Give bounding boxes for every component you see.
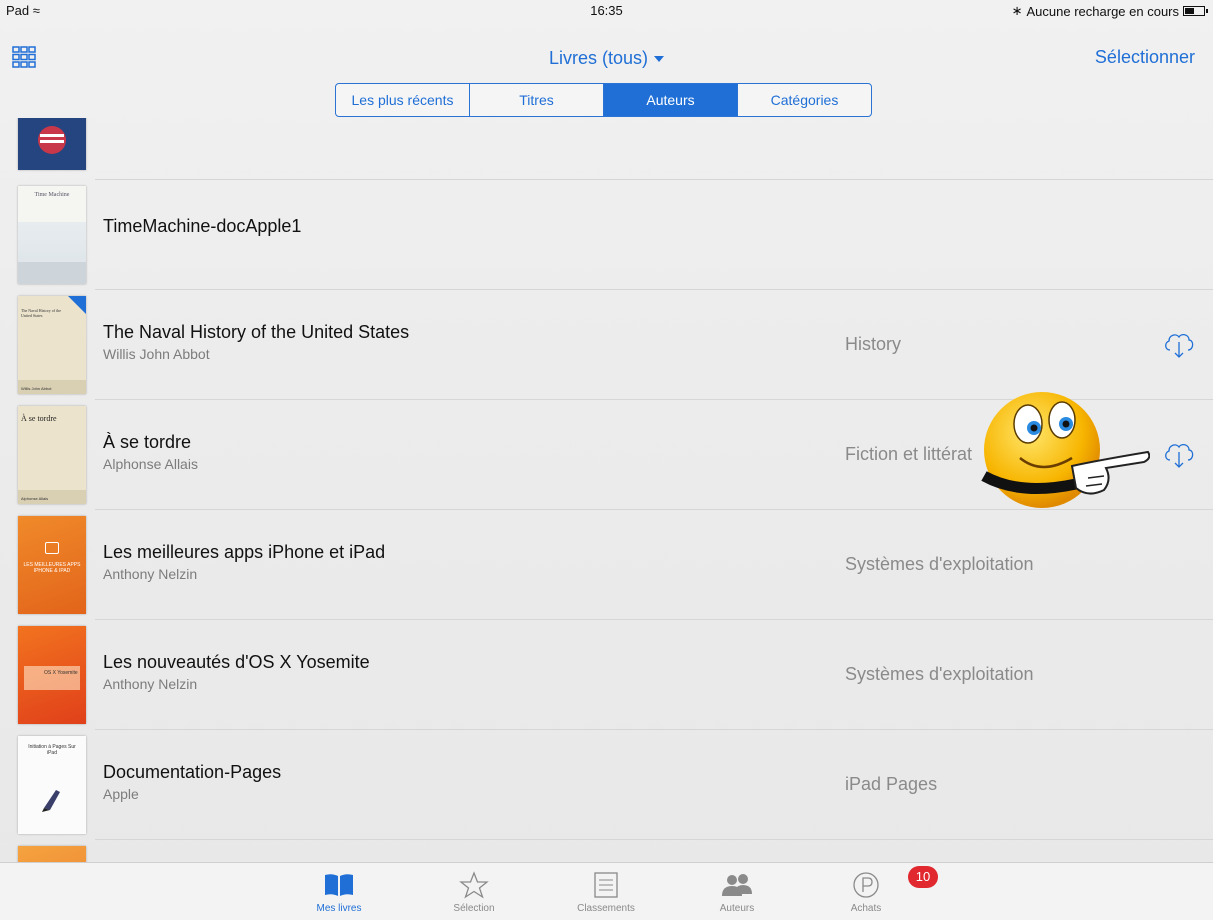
purchases-icon bbox=[853, 872, 879, 898]
tab-rankings[interactable]: Classements bbox=[556, 869, 656, 914]
cover-title: The Naval History of the United States bbox=[21, 308, 61, 318]
authors-icon bbox=[722, 874, 752, 896]
book-cover bbox=[18, 118, 86, 170]
new-ribbon bbox=[68, 296, 86, 314]
list-item[interactable]: Initiation à Pages Sur iPad Documentatio… bbox=[0, 730, 1213, 840]
list-item-partial[interactable] bbox=[0, 118, 1213, 180]
book-category: Fiction et littérat bbox=[845, 444, 973, 464]
tab-authors[interactable]: Auteurs bbox=[687, 869, 787, 914]
book-cover: Initiation à Pages Sur iPad bbox=[18, 736, 86, 834]
list-item[interactable]: LES MEILLEURES APPS IPHONE & IPAD Les me… bbox=[0, 510, 1213, 620]
bluetooth-icon: ∗ bbox=[1011, 3, 1023, 18]
sort-segmented-control: Les plus récents Titres Auteurs Catégori… bbox=[335, 83, 872, 117]
select-button[interactable]: Sélectionner bbox=[1095, 47, 1195, 68]
book-title: À se tordre bbox=[103, 432, 192, 452]
chevron-down-icon bbox=[654, 56, 665, 63]
book-author: Anthony Nelzin bbox=[103, 566, 198, 582]
book-cover: LES MEILLEURES APPS IPHONE & IPAD bbox=[18, 516, 86, 614]
cover-title: Initiation à Pages Sur iPad bbox=[28, 744, 76, 756]
cover-title: Time Machine bbox=[34, 192, 70, 198]
tab-my-books[interactable]: Mes livres bbox=[289, 869, 389, 914]
tab-selection[interactable]: Sélection bbox=[424, 869, 524, 914]
pen-icon bbox=[42, 790, 60, 812]
flag-cover-art bbox=[18, 118, 86, 170]
segment-authors[interactable]: Auteurs bbox=[604, 84, 738, 116]
book-author: Alphonse Allais bbox=[103, 456, 198, 472]
book-author: Willis John Abbot bbox=[103, 346, 210, 362]
book-cover: The Naval History of the United States W… bbox=[18, 296, 86, 394]
list-icon bbox=[594, 872, 618, 898]
book-cover bbox=[18, 846, 86, 862]
list-item[interactable]: Time Machine TimeMachine-docApple1 bbox=[0, 180, 1213, 290]
segment-recent[interactable]: Les plus récents bbox=[336, 84, 470, 116]
book-title: The Naval History of the United States bbox=[103, 322, 410, 342]
cloud-download-icon[interactable] bbox=[1162, 328, 1196, 362]
book-title: Les meilleures apps iPhone et iPad bbox=[103, 542, 386, 562]
book-author: Apple bbox=[103, 786, 139, 802]
cover-title: À se tordre bbox=[21, 414, 57, 423]
cloud-download-icon[interactable] bbox=[1162, 438, 1196, 472]
battery-icon bbox=[1183, 6, 1208, 16]
book-icon bbox=[325, 874, 353, 896]
battery-status: ∗ Aucune recharge en cours bbox=[1011, 3, 1208, 19]
book-category: Systèmes d'exploitation bbox=[845, 664, 1034, 684]
app-icon bbox=[45, 542, 59, 554]
book-category: History bbox=[845, 334, 902, 354]
segment-titles[interactable]: Titres bbox=[470, 84, 604, 116]
cover-title: OS X Yosemite bbox=[44, 670, 78, 676]
segment-categories[interactable]: Catégories bbox=[738, 84, 871, 116]
status-bar: Pad ≈ 16:35 ∗ Aucune recharge en cours bbox=[0, 0, 1213, 22]
collection-title[interactable]: Livres (tous) bbox=[0, 48, 1213, 69]
cover-title: LES MEILLEURES APPS IPHONE & IPAD bbox=[23, 562, 81, 574]
book-category: iPad Pages bbox=[845, 774, 938, 794]
nav-bar: Livres (tous) Sélectionner bbox=[0, 36, 1213, 80]
book-author: Anthony Nelzin bbox=[103, 676, 198, 692]
cover-author: Willis John Abbot bbox=[21, 386, 52, 391]
book-cover: OS X Yosemite bbox=[18, 626, 86, 724]
book-category: Systèmes d'exploitation bbox=[845, 554, 1034, 574]
star-icon bbox=[459, 871, 489, 899]
book-cover: Time Machine bbox=[18, 186, 86, 284]
list-item[interactable]: The Naval History of the United States W… bbox=[0, 290, 1213, 400]
pointing-smiley-icon bbox=[981, 392, 1150, 508]
purchases-badge: 10 bbox=[908, 866, 938, 888]
book-title: TimeMachine-docApple1 bbox=[103, 216, 302, 236]
book-cover: À se tordre Alphonse Allais bbox=[18, 406, 86, 504]
cover-author: Alphonse Allais bbox=[21, 496, 49, 501]
list-item-partial[interactable] bbox=[0, 840, 1213, 862]
book-title: Documentation-Pages bbox=[103, 762, 282, 782]
book-title: Les nouveautés d'OS X Yosemite bbox=[103, 652, 370, 672]
list-item[interactable]: OS X Yosemite Les nouveautés d'OS X Yose… bbox=[0, 620, 1213, 730]
tab-purchases[interactable]: Achats bbox=[816, 869, 916, 914]
battery-text: Aucune recharge en cours bbox=[1026, 3, 1179, 19]
tab-bar: Mes livres Sélection Classements Auteurs bbox=[0, 862, 1213, 920]
